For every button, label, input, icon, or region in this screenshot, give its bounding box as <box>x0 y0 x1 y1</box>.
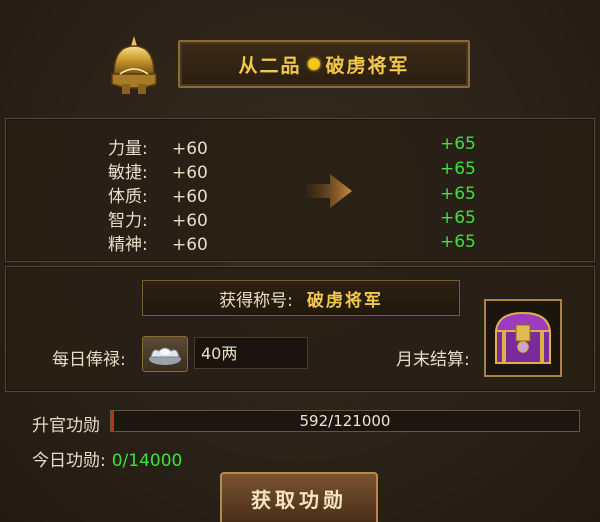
today-merit-value: 0/14000 <box>111 451 183 471</box>
stat-next-strength: +65 <box>440 134 476 154</box>
silver-ingot-icon <box>142 336 188 372</box>
merit-progress-text: 592/121000 <box>299 412 391 430</box>
daily-salary-value: 40两 <box>194 337 308 369</box>
treasure-chest-icon <box>494 311 552 364</box>
promotion-merit-bar: 592/121000 <box>110 410 580 432</box>
title-banner: 获得称号: 破虏将军 <box>142 280 460 316</box>
today-merit-label: 今日功勋: <box>32 451 106 471</box>
title-text: 破虏将军 <box>325 54 410 77</box>
stat-next-agility: +65 <box>440 159 476 179</box>
stat-current: +60 <box>172 139 208 159</box>
stat-name: 力量: <box>108 139 148 159</box>
stat-row-strength: 力量: +60 <box>108 134 208 159</box>
stat-name: 精神: <box>108 235 148 255</box>
get-merit-button[interactable]: 获取功勋 <box>220 472 378 522</box>
stat-current: +60 <box>172 211 208 231</box>
helmet-icon <box>111 36 157 94</box>
stat-current: +60 <box>172 187 208 207</box>
rank-text: 从二品 <box>238 54 302 77</box>
stat-current: +60 <box>172 163 208 183</box>
stat-next-constitution: +65 <box>440 184 476 204</box>
stat-row-intelligence: 智力: +60 <box>108 206 208 231</box>
today-merit-row: 今日功勋: 0/14000 <box>32 446 182 471</box>
treasure-chest-slot[interactable] <box>484 299 562 377</box>
stat-name: 敏捷: <box>108 163 148 183</box>
arrow-right-icon <box>306 174 352 208</box>
stat-next-intelligence: +65 <box>440 208 476 228</box>
stat-row-constitution: 体质: +60 <box>108 182 208 207</box>
stat-row-spirit: 精神: +60 <box>108 230 208 255</box>
title-value: 破虏将军 <box>306 290 383 311</box>
stat-next-spirit: +65 <box>440 232 476 252</box>
stat-name: 体质: <box>108 187 148 207</box>
stat-current: +60 <box>172 235 208 255</box>
stat-name: 智力: <box>108 211 148 231</box>
month-settlement-label: 月末结算: <box>396 350 470 370</box>
title-label: 获得称号: <box>219 290 293 311</box>
daily-salary-label: 每日俸禄: <box>52 350 126 370</box>
promotion-merit-label: 升官功勋 <box>32 416 100 436</box>
stats-panel <box>5 118 595 262</box>
separator-dot-icon <box>307 58 320 70</box>
rank-title-plate: 从二品 破虏将军 <box>178 40 470 88</box>
stat-row-agility: 敏捷: +60 <box>108 158 208 183</box>
